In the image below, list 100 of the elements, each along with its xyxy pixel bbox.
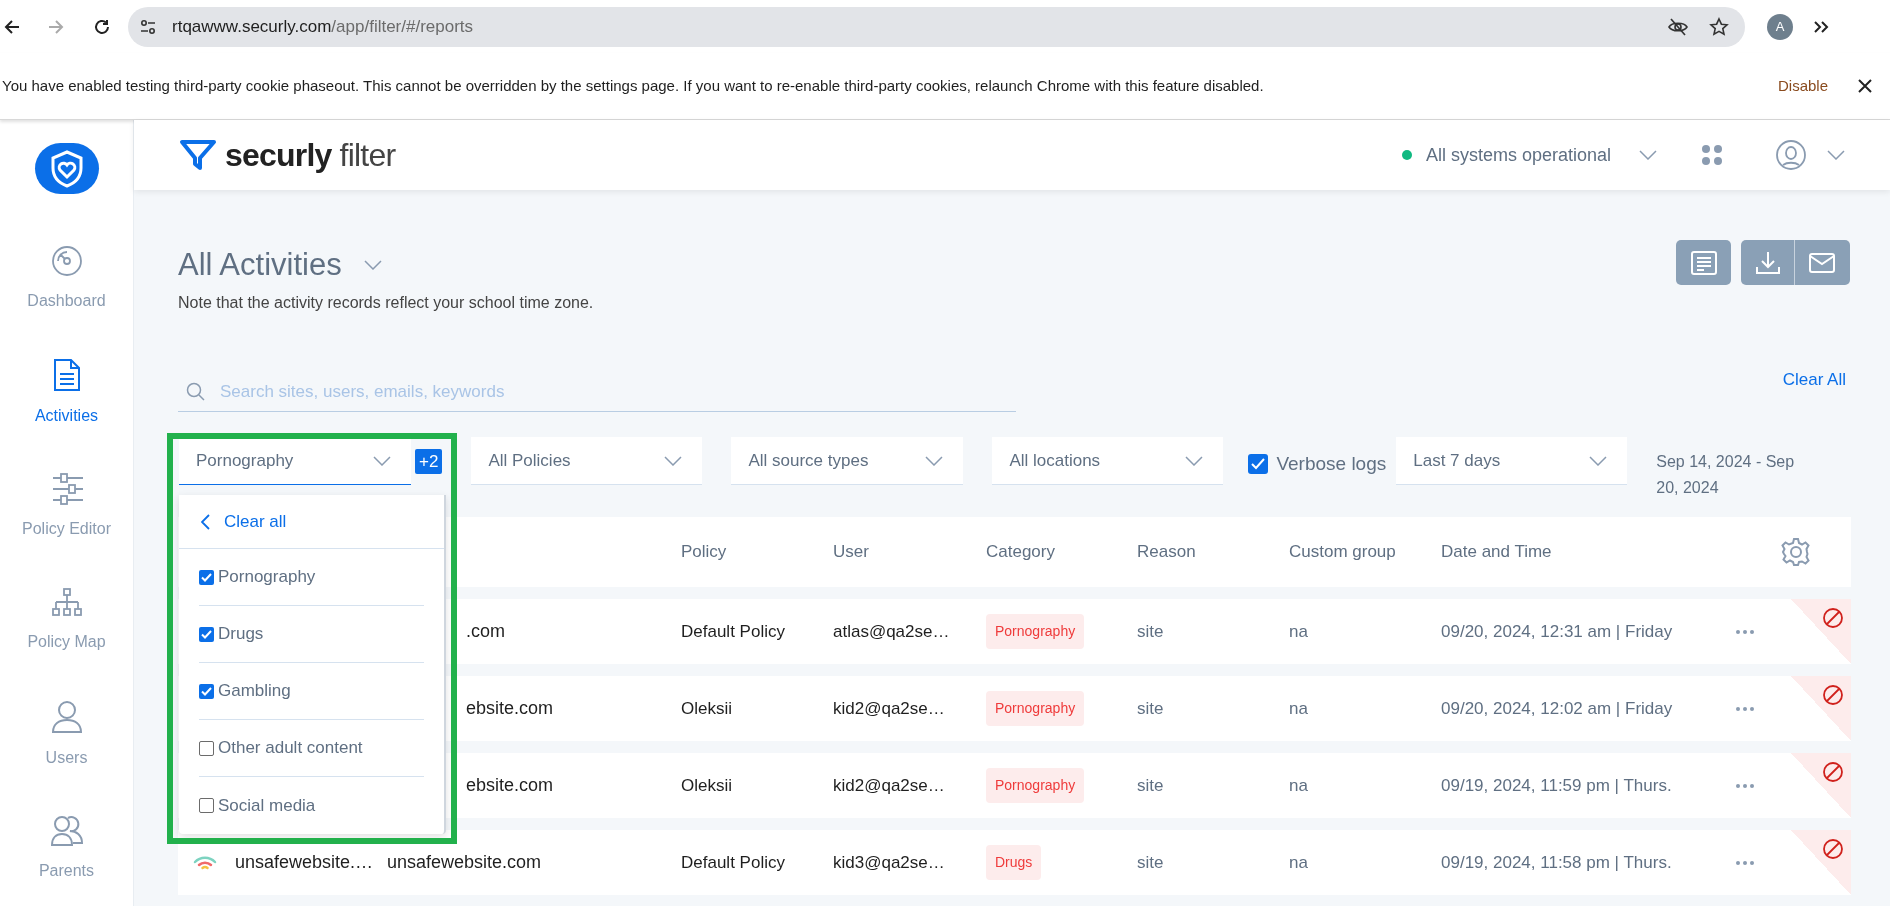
more-icon[interactable]: [1736, 706, 1754, 711]
column-header: Category: [986, 542, 1055, 562]
checkbox[interactable]: [199, 740, 214, 756]
table-cell: site: [1137, 775, 1164, 795]
search-field[interactable]: Search sites, users, emails, keywords: [178, 372, 1016, 412]
chevron-down-icon: [363, 260, 382, 271]
check-icon: [201, 629, 212, 639]
table-cell: atlas@qa2se…: [833, 621, 950, 641]
table-cell: kid3@qa2se…: [833, 852, 945, 872]
table-cell: 09/20, 2024, 12:02 am | Friday: [1441, 698, 1673, 718]
user-avatar-icon[interactable]: [1775, 139, 1807, 171]
verbose-logs-checkbox[interactable]: Verbose logs: [1248, 450, 1387, 479]
table-cell: site: [1137, 621, 1164, 641]
more-icon[interactable]: [1736, 629, 1754, 634]
page-note: Note that the activity records reflect your school time zone.: [178, 292, 594, 313]
category-option[interactable]: Pornography: [199, 549, 424, 606]
gauge-icon: [50, 245, 83, 277]
chevron-down-icon: [1185, 455, 1204, 466]
sidebar-item[interactable]: Dashboard: [0, 222, 133, 336]
clear-all-link[interactable]: Clear All: [1782, 366, 1846, 392]
category-option[interactable]: Other adult content: [199, 720, 424, 777]
download-icon: [1754, 250, 1781, 275]
chevron-down-icon: [1589, 455, 1608, 466]
category-option[interactable]: Social media: [199, 777, 424, 834]
settings-icon[interactable]: [1781, 537, 1811, 567]
brand-name: securly filter: [225, 136, 396, 175]
hierarchy-icon: [50, 588, 83, 618]
column-header: User: [833, 542, 869, 562]
page-title: All Activities: [178, 246, 342, 284]
more-icon[interactable]: [1736, 783, 1754, 788]
list-icon: [1690, 250, 1717, 275]
chevron-down-icon: [1639, 150, 1657, 160]
report-button[interactable]: [1676, 240, 1731, 285]
table-cell: 09/19, 2024, 11:59 pm | Thurs.: [1441, 775, 1672, 795]
disable-link[interactable]: Disable: [1777, 74, 1828, 98]
table-cell-text: unsafewebsite.com: [387, 851, 542, 874]
chevron-down-icon: [925, 455, 944, 466]
back-icon[interactable]: [3, 17, 21, 36]
eye-slash-icon[interactable]: [1667, 16, 1689, 37]
filter-dropdown[interactable]: All source types: [731, 437, 964, 485]
checkbox[interactable]: [199, 569, 214, 585]
document-icon: [52, 358, 81, 392]
clear-all-button[interactable]: Clear all: [179, 495, 444, 549]
table-cell: kid2@qa2se…: [833, 775, 945, 795]
check-icon: [201, 572, 212, 582]
table-cell-text: unsafewebsite.…: [235, 851, 375, 874]
people-icon: [49, 815, 84, 847]
column-header: Date and Time: [1441, 542, 1552, 562]
table-cell-text: .com: [466, 620, 505, 643]
table-cell: na: [1289, 775, 1308, 795]
sliders-icon: [50, 473, 83, 505]
sidebar-item[interactable]: Activities: [0, 336, 133, 450]
category-option[interactable]: Gambling: [199, 663, 424, 720]
blocked-icon: [1822, 761, 1844, 783]
filter-dropdown[interactable]: Last 7 days: [1396, 437, 1628, 485]
signal-icon: [193, 854, 217, 871]
chevron-down-icon: [664, 455, 683, 466]
sidebar-item[interactable]: Policy Map: [0, 564, 133, 678]
blocked-icon: [1822, 607, 1844, 629]
category-tag: Pornography: [986, 768, 1085, 803]
filter-dropdown[interactable]: All locations: [992, 437, 1224, 485]
checkbox[interactable]: [199, 683, 214, 699]
table-cell-text: ebsite.com: [466, 697, 554, 720]
count-badge: +2: [415, 449, 443, 474]
more-icon[interactable]: [1736, 860, 1754, 865]
column-header: Policy: [681, 542, 727, 562]
filter-dropdown[interactable]: All Policies: [471, 437, 703, 485]
category-tag: Drugs: [986, 845, 1042, 880]
category-option[interactable]: Drugs: [199, 606, 424, 663]
funnel-logo-icon: [179, 138, 217, 172]
table-cell: na: [1289, 621, 1308, 641]
table-cell: 09/20, 2024, 12:31 am | Friday: [1441, 621, 1673, 641]
table-cell: 09/19, 2024, 11:58 pm | Thurs.: [1441, 852, 1672, 872]
table-cell: kid2@qa2se…: [833, 698, 945, 718]
blocked-icon: [1822, 684, 1844, 706]
apps-grid-icon[interactable]: [1701, 144, 1723, 166]
star-icon[interactable]: [1709, 16, 1729, 37]
reload-icon[interactable]: [93, 17, 111, 36]
sidebar-item[interactable]: Parents: [0, 792, 133, 906]
profile-avatar[interactable]: A: [1767, 13, 1793, 40]
checkbox[interactable]: [199, 626, 214, 642]
sidebar-item[interactable]: Policy Editor: [0, 450, 133, 564]
blocked-icon: [1822, 838, 1844, 860]
checkbox[interactable]: [199, 798, 214, 813]
table-cell: Default Policy: [681, 852, 785, 872]
address-bar[interactable]: rtqawww.securly.com/app/filter/#/reports: [128, 6, 1745, 47]
table-cell: Default Policy: [681, 621, 785, 641]
cookie-banner-message: You have enabled testing third-party cookie phaseout. This cannot be overridden by the settings page. If you want to re-enable third-party cookies, relaunch Chrome with this feature disabled.: [2, 75, 1264, 96]
checkbox[interactable]: [1248, 454, 1269, 475]
double-chevron-icon[interactable]: [1813, 19, 1829, 34]
chevron-left-icon: [201, 513, 210, 530]
filter-dropdown[interactable]: Pornography: [179, 437, 411, 485]
category-tag: Pornography: [986, 614, 1085, 649]
app-logo[interactable]: [34, 143, 99, 194]
sidebar-item[interactable]: Users: [0, 678, 133, 792]
table-cell: Oleksii: [681, 698, 732, 718]
date-range: Sep 14, 2024 - Sep 20, 2024: [1656, 452, 1796, 498]
close-icon[interactable]: [1858, 79, 1872, 93]
status-dropdown[interactable]: All systems operational: [1425, 141, 1657, 169]
url-text: rtqawww.securly.com/app/filter/#/reports: [172, 15, 474, 38]
